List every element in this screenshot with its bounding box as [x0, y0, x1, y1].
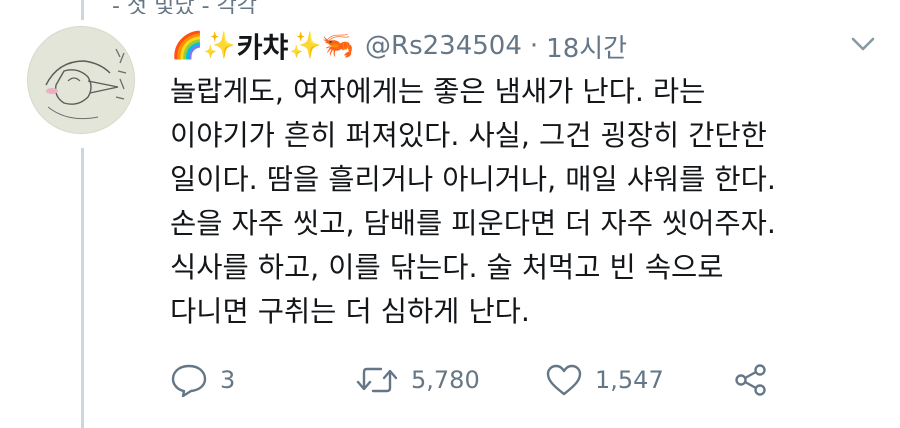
like-button[interactable]: 1,547	[545, 360, 664, 400]
heart-icon	[546, 364, 582, 396]
author-name: 카챠	[236, 31, 289, 64]
display-name[interactable]: 🌈✨ 카챠 ✨🦐	[170, 26, 355, 66]
name-emoji-right: ✨🦐	[289, 31, 355, 61]
avatar[interactable]	[27, 26, 135, 134]
retweet-icon	[356, 367, 398, 393]
reply-button[interactable]: 3	[170, 360, 235, 400]
tweet-header: 🌈✨ 카챠 ✨🦐 @Rs234504 · 18시간	[170, 24, 627, 68]
tweet-text-line: 이야기가 흔히 퍼져있다. 사실, 그건 굉장히 간단한	[170, 119, 767, 152]
share-button[interactable]	[733, 360, 769, 400]
thread-line-bottom	[81, 148, 84, 428]
thread-line-top	[81, 0, 84, 20]
tweet-text-line: 손을 자주 씻고, 담배를 피운다면 더 자주 씻어주자.	[170, 207, 776, 240]
previous-tweet-fragment: - 첫 빛났 - 각각	[0, 0, 900, 14]
timestamp[interactable]: 18시간	[546, 28, 627, 65]
reply-count: 3	[220, 366, 236, 394]
avatar-drawing	[28, 27, 134, 133]
tweet-text: 놀랍게도, 여자에게는 좋은 냄새가 난다. 라는 이야기가 흔히 퍼져있다. …	[170, 70, 885, 334]
author-handle[interactable]: @Rs234504	[365, 31, 522, 61]
previous-tweet-text: - 첫 빛났 - 각각	[112, 0, 258, 14]
reply-icon	[171, 364, 207, 397]
share-icon	[735, 364, 766, 396]
chevron-down-icon[interactable]	[848, 32, 878, 56]
tweet-actions: 3 5,780 1,547	[170, 360, 790, 400]
tweet-text-line: 다니면 구취는 더 심하게 난다.	[170, 295, 530, 328]
tweet-text-line: 놀랍게도, 여자에게는 좋은 냄새가 난다. 라는	[170, 75, 706, 108]
tweet-text-line: 일이다. 땀을 흘리거나 아니거나, 매일 샤워를 한다.	[170, 163, 776, 196]
retweet-count: 5,780	[411, 366, 480, 394]
separator-dot: ·	[529, 31, 539, 61]
retweet-button[interactable]: 5,780	[355, 360, 480, 400]
name-emoji-left: 🌈✨	[171, 31, 236, 61]
like-count: 1,547	[595, 366, 664, 394]
tweet-text-line: 식사를 하고, 이를 닦는다. 술 처먹고 빈 속으로	[170, 251, 724, 284]
